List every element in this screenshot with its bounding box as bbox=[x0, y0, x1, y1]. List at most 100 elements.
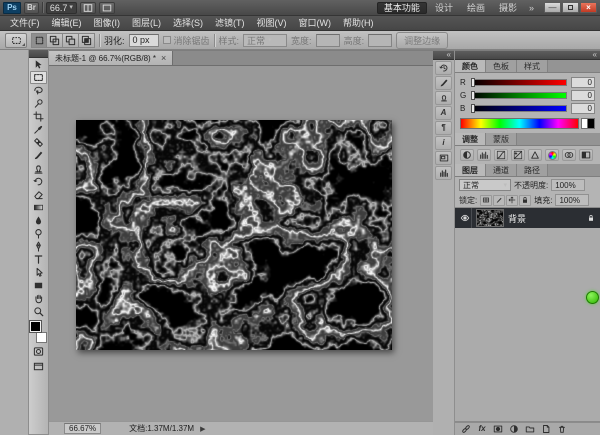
new-selection-button[interactable] bbox=[31, 33, 47, 48]
layers-tab-1[interactable]: 通道 bbox=[486, 164, 517, 176]
channel-slider-B[interactable] bbox=[471, 105, 567, 112]
layers-tab-0[interactable]: 图层 bbox=[455, 164, 486, 176]
menu-item-2[interactable]: 图像(I) bbox=[88, 16, 127, 31]
workspace-button-1[interactable]: 设计 bbox=[429, 2, 459, 14]
collapse-dock-button[interactable]: « bbox=[433, 51, 454, 60]
dock-histogram-icon[interactable] bbox=[435, 166, 452, 180]
bridge-icon[interactable]: Br bbox=[24, 2, 39, 14]
color-tab-0[interactable]: 颜色 bbox=[455, 60, 486, 72]
dodge-tool[interactable] bbox=[30, 227, 47, 240]
adjust-tab-1[interactable]: 蒙版 bbox=[486, 133, 517, 145]
black-white-adjustment-icon[interactable] bbox=[579, 149, 593, 161]
crop-tool[interactable] bbox=[30, 110, 47, 123]
spot-healing-tool[interactable] bbox=[30, 136, 47, 149]
layer-mask-button[interactable] bbox=[491, 424, 505, 435]
lasso-tool[interactable] bbox=[30, 84, 47, 97]
path-selection-tool[interactable] bbox=[30, 266, 47, 279]
layers-tab-2[interactable]: 路径 bbox=[517, 164, 548, 176]
layer-style-button[interactable]: fx bbox=[475, 424, 489, 435]
current-tool-preset[interactable] bbox=[5, 33, 27, 48]
eyedropper-tool[interactable] bbox=[30, 123, 47, 136]
black-swatch[interactable] bbox=[588, 118, 595, 129]
layer-group-button[interactable] bbox=[523, 424, 537, 435]
document-canvas[interactable] bbox=[76, 120, 392, 350]
pen-tool[interactable] bbox=[30, 240, 47, 253]
blend-mode-select[interactable]: 正常 ▾ bbox=[459, 179, 511, 191]
brightness-contrast-adjustment-icon[interactable] bbox=[460, 149, 474, 161]
collapse-panels-button[interactable]: « bbox=[455, 51, 600, 60]
foreground-color-swatch[interactable] bbox=[30, 321, 41, 332]
quick-mask-button[interactable] bbox=[30, 345, 47, 358]
quick-selection-tool[interactable] bbox=[30, 97, 47, 110]
menu-item-0[interactable]: 文件(F) bbox=[4, 16, 46, 31]
menu-item-1[interactable]: 编辑(E) bbox=[46, 16, 88, 31]
minimize-button[interactable]: — bbox=[544, 2, 561, 13]
toolbar-grip[interactable] bbox=[29, 50, 48, 58]
dock-info-icon[interactable]: i bbox=[435, 136, 452, 150]
lock-transparency-button[interactable] bbox=[480, 195, 492, 206]
screen-mode-button[interactable] bbox=[30, 360, 47, 373]
eraser-tool[interactable] bbox=[30, 188, 47, 201]
subtract-selection-button[interactable] bbox=[63, 33, 79, 48]
move-tool[interactable] bbox=[30, 58, 47, 71]
gradient-tool[interactable] bbox=[30, 201, 47, 214]
blur-tool[interactable] bbox=[30, 214, 47, 227]
link-layers-button[interactable] bbox=[459, 424, 473, 435]
layer-row-background[interactable]: 背景 bbox=[455, 208, 600, 228]
photoshop-logo[interactable]: Ps bbox=[3, 2, 21, 14]
document-tab[interactable]: 未标题-1 @ 66.7%(RGB/8) * × bbox=[49, 51, 173, 65]
rectangle-tool[interactable] bbox=[30, 279, 47, 292]
feather-input[interactable]: 0 px bbox=[129, 34, 159, 47]
menu-item-7[interactable]: 窗口(W) bbox=[293, 16, 338, 31]
status-menu-arrow[interactable]: ▶ bbox=[200, 425, 205, 433]
intersect-selection-button[interactable] bbox=[79, 33, 95, 48]
slider-handle[interactable] bbox=[471, 91, 475, 100]
dock-character-icon[interactable]: A bbox=[435, 106, 452, 120]
history-brush-tool[interactable] bbox=[30, 175, 47, 188]
levels-adjustment-icon[interactable] bbox=[477, 149, 491, 161]
add-selection-button[interactable] bbox=[47, 33, 63, 48]
screen-mode-icon[interactable] bbox=[99, 2, 115, 14]
workspace-button-2[interactable]: 绘画 bbox=[461, 2, 491, 14]
spectrum-bw-ends[interactable] bbox=[581, 118, 595, 129]
adjust-tab-0[interactable]: 调整 bbox=[455, 133, 486, 145]
dock-clone-source-icon[interactable] bbox=[435, 91, 452, 105]
lock-position-button[interactable] bbox=[506, 195, 518, 206]
adjustment-layer-button[interactable] bbox=[507, 424, 521, 435]
white-swatch[interactable] bbox=[581, 118, 588, 129]
menu-item-6[interactable]: 视图(V) bbox=[251, 16, 293, 31]
tab-close-icon[interactable]: × bbox=[161, 54, 166, 63]
workspace-button-3[interactable]: 摄影 bbox=[493, 2, 523, 14]
delete-layer-button[interactable] bbox=[555, 424, 569, 435]
lock-pixels-button[interactable] bbox=[493, 195, 505, 206]
channel-value-B[interactable]: 0 bbox=[571, 103, 595, 114]
channel-slider-G[interactable] bbox=[471, 92, 567, 99]
curves-adjustment-icon[interactable] bbox=[494, 149, 508, 161]
arrange-documents-icon[interactable] bbox=[80, 2, 96, 14]
menu-item-5[interactable]: 滤镜(T) bbox=[209, 16, 251, 31]
opacity-value[interactable]: 100% ▾ bbox=[551, 179, 585, 191]
dock-paragraph-icon[interactable]: ¶ bbox=[435, 121, 452, 135]
color-tab-1[interactable]: 色板 bbox=[486, 60, 517, 72]
new-layer-button[interactable] bbox=[539, 424, 553, 435]
close-button[interactable]: × bbox=[580, 2, 597, 13]
rectangular-marquee-tool[interactable] bbox=[30, 71, 47, 84]
slider-handle[interactable] bbox=[471, 104, 475, 113]
clone-stamp-tool[interactable] bbox=[30, 162, 47, 175]
menu-item-4[interactable]: 选择(S) bbox=[167, 16, 209, 31]
hand-tool[interactable] bbox=[30, 292, 47, 305]
layer-visibility-toggle[interactable] bbox=[458, 208, 472, 228]
zoom-tool[interactable] bbox=[30, 305, 47, 318]
restore-button[interactable] bbox=[562, 2, 579, 13]
color-tab-2[interactable]: 样式 bbox=[517, 60, 548, 72]
channel-value-G[interactable]: 0 bbox=[571, 90, 595, 101]
lock-all-button[interactable] bbox=[519, 195, 531, 206]
status-zoom-field[interactable]: 66.67% bbox=[64, 423, 101, 434]
background-color-swatch[interactable] bbox=[36, 332, 47, 343]
color-spectrum-ramp[interactable] bbox=[460, 118, 579, 129]
brush-tool[interactable] bbox=[30, 149, 47, 162]
color-balance-adjustment-icon[interactable] bbox=[562, 149, 576, 161]
more-workspaces-button[interactable]: » bbox=[526, 3, 537, 13]
menu-item-8[interactable]: 帮助(H) bbox=[337, 16, 380, 31]
channel-slider-R[interactable] bbox=[471, 79, 567, 86]
